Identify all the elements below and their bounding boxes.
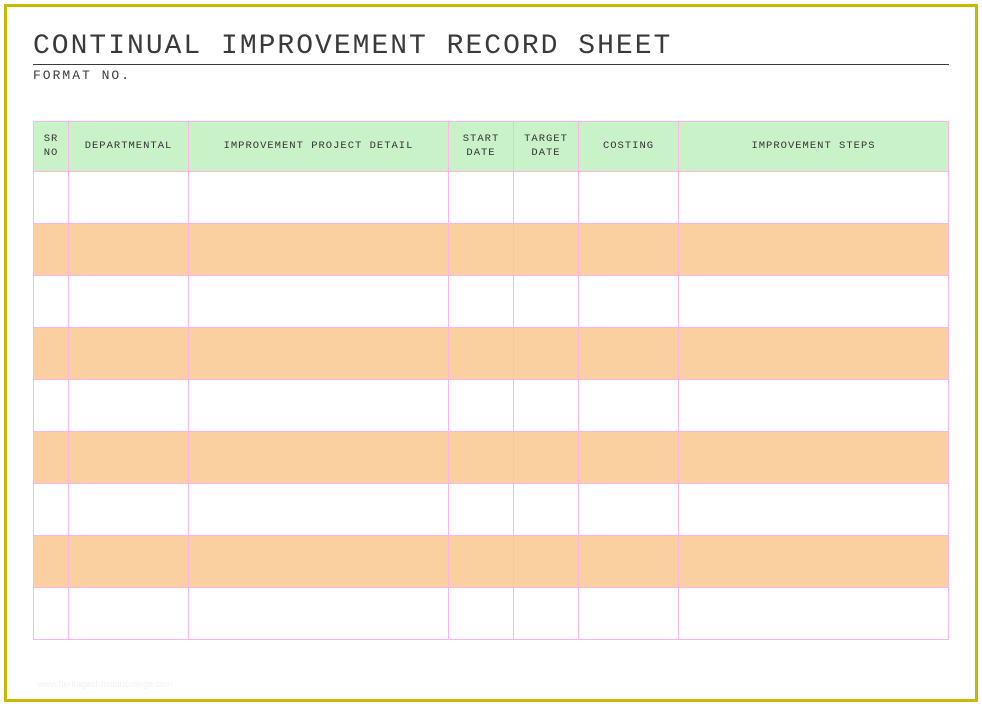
- cell-cost[interactable]: [579, 328, 679, 380]
- cell-start[interactable]: [449, 588, 514, 640]
- cell-start[interactable]: [449, 224, 514, 276]
- cell-steps[interactable]: [679, 328, 949, 380]
- cell-dept[interactable]: [69, 588, 189, 640]
- cell-start[interactable]: [449, 484, 514, 536]
- table-row: [34, 588, 949, 640]
- col-header-costing: COSTING: [579, 122, 679, 172]
- record-table: SR NO DEPARTMENTAL IMPROVEMENT PROJECT D…: [33, 121, 949, 640]
- format-number-label: FORMAT NO.: [33, 68, 949, 83]
- cell-steps[interactable]: [679, 432, 949, 484]
- table-row: [34, 172, 949, 224]
- cell-start[interactable]: [449, 432, 514, 484]
- cell-project[interactable]: [189, 588, 449, 640]
- col-header-project: IMPROVEMENT PROJECT DETAIL: [189, 122, 449, 172]
- table-header-row: SR NO DEPARTMENTAL IMPROVEMENT PROJECT D…: [34, 122, 949, 172]
- cell-steps[interactable]: [679, 588, 949, 640]
- record-table-wrap: SR NO DEPARTMENTAL IMPROVEMENT PROJECT D…: [33, 121, 949, 640]
- page-title: CONTINUAL IMPROVEMENT RECORD SHEET: [33, 31, 949, 65]
- table-row: [34, 432, 949, 484]
- cell-sr[interactable]: [34, 432, 69, 484]
- table-row: [34, 224, 949, 276]
- cell-steps[interactable]: [679, 224, 949, 276]
- col-header-steps: IMPROVEMENT STEPS: [679, 122, 949, 172]
- cell-start[interactable]: [449, 172, 514, 224]
- table-row: [34, 484, 949, 536]
- cell-sr[interactable]: [34, 484, 69, 536]
- cell-dept[interactable]: [69, 328, 189, 380]
- cell-target[interactable]: [514, 380, 579, 432]
- cell-project[interactable]: [189, 536, 449, 588]
- cell-target[interactable]: [514, 172, 579, 224]
- table-body: [34, 172, 949, 640]
- cell-cost[interactable]: [579, 536, 679, 588]
- cell-target[interactable]: [514, 276, 579, 328]
- cell-target[interactable]: [514, 484, 579, 536]
- cell-steps[interactable]: [679, 172, 949, 224]
- cell-steps[interactable]: [679, 484, 949, 536]
- cell-target[interactable]: [514, 536, 579, 588]
- cell-cost[interactable]: [579, 276, 679, 328]
- cell-steps[interactable]: [679, 276, 949, 328]
- cell-dept[interactable]: [69, 536, 189, 588]
- cell-dept[interactable]: [69, 380, 189, 432]
- cell-target[interactable]: [514, 224, 579, 276]
- cell-dept[interactable]: [69, 276, 189, 328]
- cell-dept[interactable]: [69, 484, 189, 536]
- cell-cost[interactable]: [579, 380, 679, 432]
- page-frame: CONTINUAL IMPROVEMENT RECORD SHEET FORMA…: [4, 4, 978, 702]
- col-header-start-date: START DATE: [449, 122, 514, 172]
- cell-cost[interactable]: [579, 432, 679, 484]
- cell-sr[interactable]: [34, 380, 69, 432]
- cell-project[interactable]: [189, 432, 449, 484]
- cell-target[interactable]: [514, 432, 579, 484]
- cell-steps[interactable]: [679, 536, 949, 588]
- cell-sr[interactable]: [34, 328, 69, 380]
- col-header-sr: SR NO: [34, 122, 69, 172]
- cell-target[interactable]: [514, 588, 579, 640]
- cell-start[interactable]: [449, 536, 514, 588]
- table-row: [34, 380, 949, 432]
- cell-sr[interactable]: [34, 172, 69, 224]
- cell-cost[interactable]: [579, 172, 679, 224]
- cell-dept[interactable]: [69, 172, 189, 224]
- col-header-dept: DEPARTMENTAL: [69, 122, 189, 172]
- cell-sr[interactable]: [34, 588, 69, 640]
- cell-start[interactable]: [449, 380, 514, 432]
- cell-sr[interactable]: [34, 224, 69, 276]
- watermark: www.heritagechristiancollege.com: [37, 679, 173, 689]
- cell-cost[interactable]: [579, 484, 679, 536]
- cell-project[interactable]: [189, 276, 449, 328]
- cell-sr[interactable]: [34, 536, 69, 588]
- cell-cost[interactable]: [579, 224, 679, 276]
- cell-project[interactable]: [189, 328, 449, 380]
- cell-steps[interactable]: [679, 380, 949, 432]
- cell-project[interactable]: [189, 484, 449, 536]
- cell-sr[interactable]: [34, 276, 69, 328]
- cell-project[interactable]: [189, 172, 449, 224]
- cell-dept[interactable]: [69, 432, 189, 484]
- cell-dept[interactable]: [69, 224, 189, 276]
- col-header-target-date: TARGET DATE: [514, 122, 579, 172]
- cell-project[interactable]: [189, 380, 449, 432]
- cell-start[interactable]: [449, 328, 514, 380]
- cell-target[interactable]: [514, 328, 579, 380]
- cell-cost[interactable]: [579, 588, 679, 640]
- cell-start[interactable]: [449, 276, 514, 328]
- table-row: [34, 328, 949, 380]
- table-row: [34, 536, 949, 588]
- table-row: [34, 276, 949, 328]
- cell-project[interactable]: [189, 224, 449, 276]
